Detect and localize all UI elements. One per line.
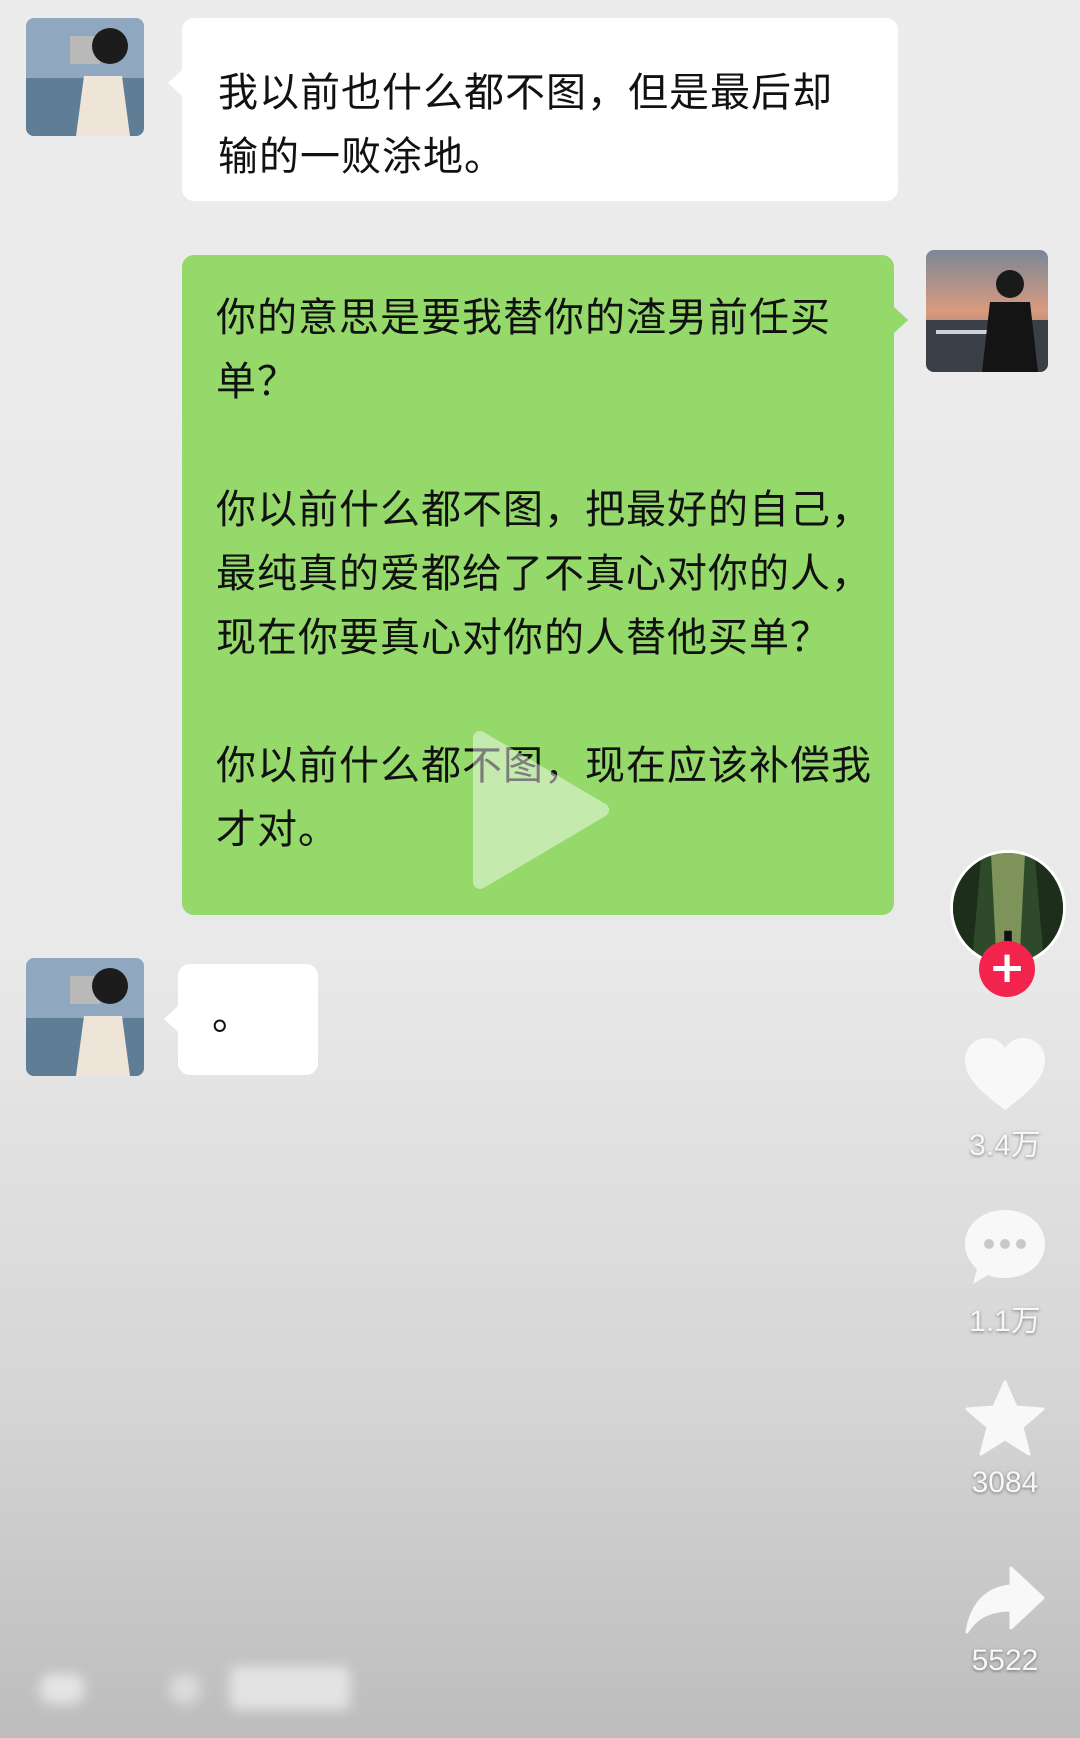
received-message-bubble[interactable]: 。 [164,964,318,1075]
message-text: 我以前也什么都不图，但是最后却输的一败涂地。 [218,70,833,180]
message-paragraph: 你的意思是要我替你的渣男前任买单？ [216,295,831,405]
received-message-bubble[interactable]: 我以前也什么都不图，但是最后却输的一败涂地。 [168,18,898,201]
comment-count: 1.1万 [969,1305,1041,1338]
bubble-tail [164,1006,178,1032]
share-action[interactable]: 5522 [955,1566,1055,1678]
comment-icon [965,1210,1045,1284]
play-icon[interactable] [470,730,610,890]
favorite-action[interactable]: 3084 [955,1380,1055,1500]
contact-avatar-image [26,958,144,1076]
plus-icon: + [988,942,1026,993]
my-avatar[interactable] [926,250,1048,372]
star-icon [965,1380,1045,1456]
message-text: 。 [212,993,253,1039]
comment-action[interactable]: 1.1万 [955,1208,1055,1340]
message-paragraph: 你以前什么都不图，把最好的自己，最纯真的爱都给了不真心对你的人，现在你要真心对你… [216,487,872,661]
share-count: 5522 [971,1644,1039,1677]
bubble-tail [894,307,908,333]
share-icon [965,1566,1045,1634]
contact-avatar[interactable] [26,18,144,136]
like-action[interactable]: 3.4万 [955,1036,1055,1164]
bubble-tail [168,70,182,96]
like-count: 3.4万 [969,1129,1041,1162]
heart-icon [965,1038,1045,1110]
contact-avatar[interactable] [26,958,144,1076]
blurred-watermark [40,1666,350,1710]
favorite-count: 3084 [971,1466,1039,1499]
my-avatar-image [926,250,1048,372]
contact-avatar-image [26,18,144,136]
follow-button[interactable]: + [979,941,1035,997]
